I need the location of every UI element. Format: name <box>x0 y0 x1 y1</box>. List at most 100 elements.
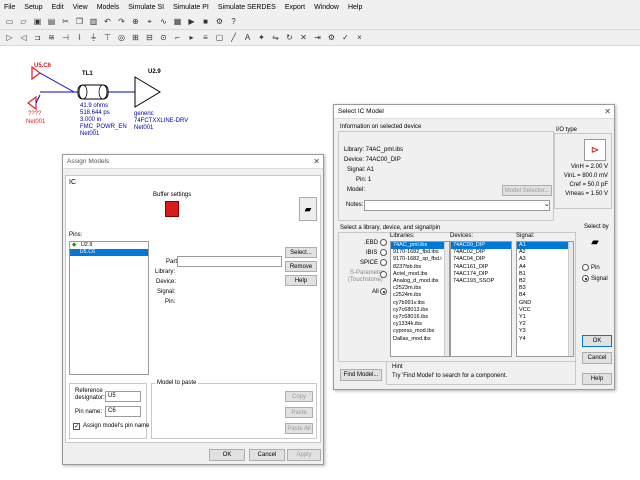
reference-designator-field[interactable]: U5 <box>105 391 141 402</box>
transmission-line-icon[interactable]: ⊐ <box>32 32 43 43</box>
settings-icon[interactable]: ⚙ <box>326 32 337 43</box>
menu-view[interactable]: View <box>73 4 88 11</box>
cut-icon[interactable]: ✂ <box>60 16 71 27</box>
model-selector-button[interactable]: Model Selector... <box>502 185 552 196</box>
rotate-icon[interactable]: ↻ <box>284 32 295 43</box>
apply-button[interactable]: Apply <box>287 449 321 461</box>
close-icon[interactable]: ✕ <box>604 107 611 116</box>
measure-icon[interactable]: ⇥ <box>312 32 323 43</box>
checkmark-icon[interactable]: ✓ <box>340 32 351 43</box>
radio-spice[interactable] <box>380 259 387 266</box>
help-button[interactable]: Help <box>582 373 612 385</box>
select-button[interactable]: Select... <box>285 247 317 258</box>
pins-list[interactable]: ◆ U2.9 ? U5.C6 <box>69 241 149 375</box>
radio-signal[interactable] <box>582 275 589 282</box>
device-item[interactable]: 74AC161_DIP <box>451 264 511 271</box>
help-icon[interactable]: ? <box>228 16 239 27</box>
assign-pin-name-checkbox[interactable]: ✓ <box>73 423 80 430</box>
switch-icon[interactable]: ⌐ <box>172 32 183 43</box>
label-icon[interactable]: A <box>242 32 253 43</box>
device-item[interactable]: 74AC00_DIP <box>451 242 511 250</box>
radio-ebd[interactable] <box>380 239 387 246</box>
library-item[interactable]: 9170-1682_fbd.ibs <box>391 249 449 256</box>
package-icon[interactable]: ▢ <box>214 32 225 43</box>
close-icon[interactable]: ✕ <box>313 157 320 166</box>
paste-button[interactable]: Paste <box>285 407 313 418</box>
library-item[interactable]: 8237fsb.ibs <box>391 264 449 271</box>
library-item[interactable]: cy7c68016.ibs <box>391 314 449 321</box>
signal-item[interactable]: GND <box>517 300 573 307</box>
signal-item[interactable]: Y4 <box>517 336 573 343</box>
signal-item[interactable]: B2 <box>517 278 573 285</box>
tab-ic[interactable]: IC <box>69 179 76 186</box>
menu-simulate-si[interactable]: Simulate SI <box>128 4 164 11</box>
signal-item[interactable]: B3 <box>517 285 573 292</box>
save-icon[interactable]: ▣ <box>32 16 43 27</box>
menu-simulate-serdes[interactable]: Simulate SERDES <box>218 4 276 11</box>
paste-icon[interactable]: ▥ <box>88 16 99 27</box>
wire-icon[interactable]: ╱ <box>228 32 239 43</box>
device-item[interactable]: 74AC174_DIP <box>451 271 511 278</box>
library-item[interactable]: Dallas_mod.ibs <box>391 336 449 343</box>
waveform-icon[interactable]: ∿ <box>158 16 169 27</box>
library-item[interactable]: cypress_mod.ibs <box>391 328 449 335</box>
delete-icon[interactable]: ✕ <box>298 32 309 43</box>
copy-button[interactable]: Copy <box>285 391 313 402</box>
redo-icon[interactable]: ↷ <box>116 16 127 27</box>
menu-help[interactable]: Help <box>348 4 362 11</box>
device-item[interactable]: 74AC193_SSOP <box>451 278 511 285</box>
cancel-button[interactable]: Cancel <box>249 449 285 461</box>
menu-setup[interactable]: Setup <box>24 4 42 11</box>
menu-simulate-pi[interactable]: Simulate PI <box>173 4 209 11</box>
mirror-icon[interactable]: ⇋ <box>270 32 281 43</box>
notes-field[interactable] <box>364 200 550 211</box>
print-icon[interactable]: ▤ <box>46 16 57 27</box>
ok-button[interactable]: OK <box>209 449 245 461</box>
signal-scrollbar[interactable] <box>568 242 573 356</box>
menu-file[interactable]: File <box>4 4 15 11</box>
diode-icon[interactable]: ▸ <box>186 32 197 43</box>
copy-icon[interactable]: ❐ <box>74 16 85 27</box>
library-item[interactable]: Analog_d_mod.ibs <box>391 278 449 285</box>
radio-pin[interactable] <box>582 264 589 271</box>
probe-icon[interactable]: ⌖ <box>144 16 155 27</box>
coupled-line-icon[interactable]: ≡ <box>200 32 211 43</box>
connector-icon[interactable]: ⊞ <box>130 32 141 43</box>
via-icon[interactable]: ◎ <box>116 32 127 43</box>
help-button[interactable]: Help <box>285 275 317 286</box>
menu-export[interactable]: Export <box>285 4 305 11</box>
ferrite-icon[interactable]: ⊟ <box>144 32 155 43</box>
close-icon[interactable]: × <box>354 32 365 43</box>
menu-edit[interactable]: Edit <box>52 4 64 11</box>
radio-all[interactable] <box>380 288 387 295</box>
menu-window[interactable]: Window <box>314 4 339 11</box>
library-item[interactable]: Actel_mod.ibs <box>391 271 449 278</box>
libraries-list[interactable]: 74AC_pml.ibs 9170-1682_fbd.ibs 9170-1682… <box>390 241 450 357</box>
marker-icon[interactable]: ✦ <box>256 32 267 43</box>
driver-icon[interactable]: ▷ <box>4 32 15 43</box>
options-icon[interactable]: ⚙ <box>214 16 225 27</box>
signal-item[interactable]: Y3 <box>517 328 573 335</box>
menu-models[interactable]: Models <box>97 4 120 11</box>
cancel-button[interactable]: Cancel <box>582 352 612 364</box>
run-icon[interactable]: ▶ <box>186 16 197 27</box>
new-icon[interactable]: ▭ <box>4 16 15 27</box>
libraries-scrollbar[interactable] <box>444 242 449 356</box>
part-field[interactable] <box>177 256 282 267</box>
library-item[interactable]: cy1334k.ibs <box>391 321 449 328</box>
capacitor-icon[interactable]: ⊣ <box>60 32 71 43</box>
pin-item-u5c6[interactable]: ? U5.C6 <box>70 249 148 257</box>
devices-list[interactable]: 74AC00_DIP 74AC02_DIP 74AC04_DIP 74AC161… <box>450 241 512 357</box>
signal-item[interactable]: Y2 <box>517 321 573 328</box>
device-item[interactable]: 74AC04_DIP <box>451 256 511 263</box>
chevron-down-icon[interactable]: ⌄ <box>544 200 550 208</box>
receiver-icon[interactable]: ◁ <box>18 32 29 43</box>
paste-all-button[interactable]: Paste All <box>285 423 313 434</box>
device-item[interactable]: 74AC02_DIP <box>451 249 511 256</box>
chart-icon[interactable]: ▦ <box>172 16 183 27</box>
signal-item[interactable]: A3 <box>517 256 573 263</box>
library-item[interactable]: cy7c68013.ibs <box>391 307 449 314</box>
radio-ibis[interactable] <box>380 249 387 256</box>
signal-item[interactable]: B4 <box>517 292 573 299</box>
open-icon[interactable]: ▱ <box>18 16 29 27</box>
